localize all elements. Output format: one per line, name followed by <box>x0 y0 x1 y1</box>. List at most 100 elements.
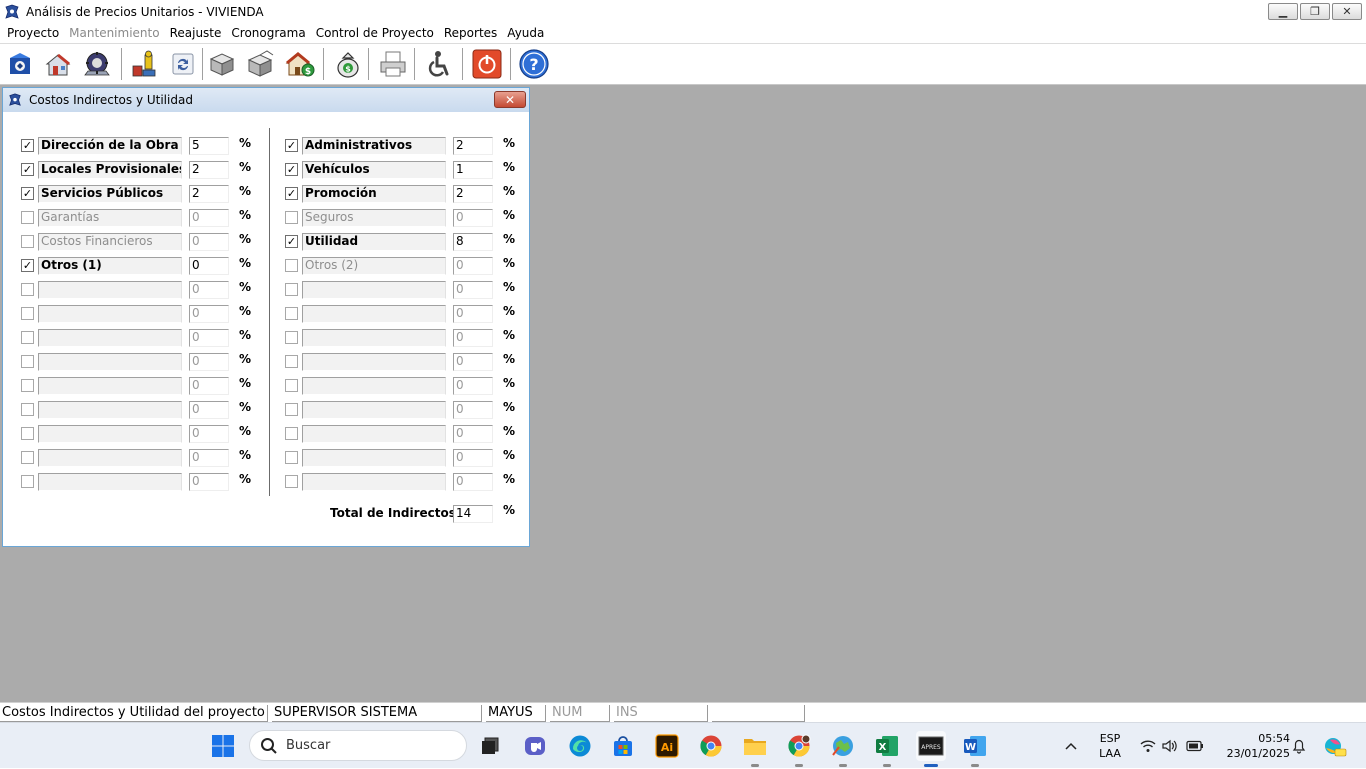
exit-button[interactable] <box>470 47 504 81</box>
open-project-button[interactable] <box>3 47 37 81</box>
right-row-4-percent-field[interactable]: 0 <box>453 209 493 227</box>
left-row-12-checkbox[interactable] <box>21 403 34 416</box>
restore-button[interactable]: ❐ <box>1300 3 1330 20</box>
right-row-8-checkbox[interactable] <box>285 307 298 320</box>
left-row-9-percent-field[interactable]: 0 <box>189 329 229 347</box>
chrome-button[interactable] <box>696 731 726 761</box>
left-row-11-percent-field[interactable]: 0 <box>189 377 229 395</box>
left-row-13-label[interactable] <box>38 425 182 443</box>
left-row-14-percent-field[interactable]: 0 <box>189 449 229 467</box>
right-row-5-percent-field[interactable]: 8 <box>453 233 493 251</box>
right-row-9-percent-field[interactable]: 0 <box>453 329 493 347</box>
close-window-button[interactable]: ✕ <box>1332 3 1362 20</box>
left-row-5-percent-field[interactable]: 0 <box>189 233 229 251</box>
store-button[interactable] <box>608 731 638 761</box>
right-row-15-label[interactable] <box>302 473 446 491</box>
left-row-14-checkbox[interactable] <box>21 451 34 464</box>
chrome-profile-button[interactable] <box>784 731 814 767</box>
right-row-12-label[interactable] <box>302 401 446 419</box>
left-row-7-checkbox[interactable] <box>21 283 34 296</box>
left-row-1-checkbox[interactable]: ✓ <box>21 139 34 152</box>
right-row-9-label[interactable] <box>302 329 446 347</box>
excel-button[interactable]: X <box>872 731 902 767</box>
left-row-11-label[interactable] <box>38 377 182 395</box>
show-hidden-icons-button[interactable] <box>1058 723 1084 769</box>
copilot-button[interactable] <box>1318 723 1350 769</box>
task-view-button[interactable] <box>475 731 505 761</box>
word-button[interactable]: W <box>960 731 990 767</box>
right-row-1-checkbox[interactable]: ✓ <box>285 139 298 152</box>
right-row-10-percent-field[interactable]: 0 <box>453 353 493 371</box>
left-row-3-label[interactable]: Servicios Públicos <box>38 185 182 203</box>
menu-reajuste[interactable]: Reajuste <box>165 23 227 43</box>
money-bag-button[interactable]: $ <box>331 47 365 81</box>
clock[interactable]: 05:54 23/01/2025 <box>1214 723 1290 769</box>
left-row-9-label[interactable] <box>38 329 182 347</box>
left-row-15-checkbox[interactable] <box>21 475 34 488</box>
left-row-4-percent-field[interactable]: 0 <box>189 209 229 227</box>
help-button[interactable]: ? <box>517 47 551 81</box>
right-row-5-label[interactable]: Utilidad <box>302 233 446 251</box>
input-language[interactable]: ESP LAA <box>1090 723 1130 769</box>
project-house-button[interactable] <box>41 47 75 81</box>
right-row-4-label[interactable]: Seguros <box>302 209 446 227</box>
menu-cronograma[interactable]: Cronograma <box>226 23 310 43</box>
left-row-5-label[interactable]: Costos Financieros <box>38 233 182 251</box>
left-row-4-label[interactable]: Garantías <box>38 209 182 227</box>
print-button[interactable] <box>376 47 410 81</box>
left-row-3-percent-field[interactable]: 2 <box>189 185 229 203</box>
refresh-button[interactable] <box>166 47 200 81</box>
left-row-6-checkbox[interactable]: ✓ <box>21 259 34 272</box>
right-row-7-label[interactable] <box>302 281 446 299</box>
right-row-15-percent-field[interactable]: 0 <box>453 473 493 491</box>
right-row-6-label[interactable]: Otros (2) <box>302 257 446 275</box>
illustrator-button[interactable]: Ai <box>652 731 682 761</box>
left-row-13-checkbox[interactable] <box>21 427 34 440</box>
minimize-button[interactable]: ▁ <box>1268 3 1298 20</box>
boxes-button[interactable] <box>205 47 239 81</box>
right-row-1-label[interactable]: Administrativos <box>302 137 446 155</box>
house-cost-button[interactable]: $ <box>283 47 317 81</box>
right-row-12-checkbox[interactable] <box>285 403 298 416</box>
right-row-9-checkbox[interactable] <box>285 331 298 344</box>
left-row-8-percent-field[interactable]: 0 <box>189 305 229 323</box>
menu-proyecto[interactable]: Proyecto <box>2 23 64 43</box>
right-row-14-label[interactable] <box>302 449 446 467</box>
left-row-2-checkbox[interactable]: ✓ <box>21 163 34 176</box>
resources-button[interactable] <box>127 47 161 81</box>
right-row-12-percent-field[interactable]: 0 <box>453 401 493 419</box>
file-explorer-button[interactable] <box>740 731 770 767</box>
left-row-9-checkbox[interactable] <box>21 331 34 344</box>
left-row-10-percent-field[interactable]: 0 <box>189 353 229 371</box>
maintenance-button[interactable] <box>80 47 114 81</box>
left-row-7-label[interactable] <box>38 281 182 299</box>
left-row-15-percent-field[interactable]: 0 <box>189 473 229 491</box>
left-row-8-checkbox[interactable] <box>21 307 34 320</box>
notifications-button[interactable] <box>1288 723 1310 769</box>
total-indirectos-field[interactable]: 14 <box>453 505 493 523</box>
right-row-11-label[interactable] <box>302 377 446 395</box>
right-row-6-percent-field[interactable]: 0 <box>453 257 493 275</box>
wifi-status[interactable] <box>1138 723 1158 769</box>
left-row-14-label[interactable] <box>38 449 182 467</box>
left-row-2-label[interactable]: Locales Provisionales <box>38 161 182 179</box>
left-row-1-label[interactable]: Dirección de la Obra <box>38 137 182 155</box>
right-row-11-checkbox[interactable] <box>285 379 298 392</box>
right-row-1-percent-field[interactable]: 2 <box>453 137 493 155</box>
right-row-5-checkbox[interactable]: ✓ <box>285 235 298 248</box>
right-row-3-checkbox[interactable]: ✓ <box>285 187 298 200</box>
boxes-open-button[interactable] <box>243 47 277 81</box>
right-row-15-checkbox[interactable] <box>285 475 298 488</box>
right-row-4-checkbox[interactable] <box>285 211 298 224</box>
battery-status[interactable] <box>1184 723 1206 769</box>
app-logo-icon[interactable] <box>4 4 20 20</box>
left-row-6-label[interactable]: Otros (1) <box>38 257 182 275</box>
right-row-2-label[interactable]: Vehículos <box>302 161 446 179</box>
menu-control-de-proyecto[interactable]: Control de Proyecto <box>311 23 439 43</box>
volume-control[interactable] <box>1160 723 1180 769</box>
maps-button[interactable] <box>828 731 858 767</box>
left-row-5-checkbox[interactable] <box>21 235 34 248</box>
right-row-7-percent-field[interactable]: 0 <box>453 281 493 299</box>
right-row-14-percent-field[interactable]: 0 <box>453 449 493 467</box>
dialog-close-button[interactable]: ✕ <box>494 91 526 108</box>
